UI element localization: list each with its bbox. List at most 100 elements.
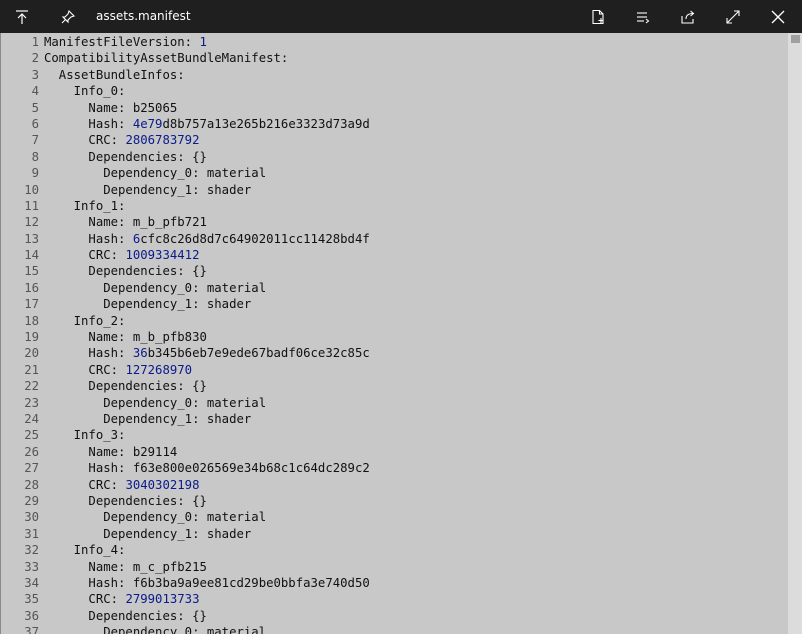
align-top-icon[interactable] xyxy=(2,0,42,33)
line-number: 23 xyxy=(24,395,39,410)
code-line: 11 Info_1: xyxy=(1,198,370,214)
line-text: Dependency_0: material xyxy=(39,395,266,411)
line-text-plain: Hash: f6b3ba9a9ee81cd29be0bbfa3e740d50 xyxy=(44,575,370,590)
code-line: 24 Dependency_1: shader xyxy=(1,411,370,427)
line-text-plain: Name: b29114 xyxy=(44,444,178,459)
code-line: 9 Dependency_0: material xyxy=(1,165,370,181)
line-text-number: 4e79 xyxy=(132,116,163,131)
line-text-plain: Dependency_1: shader xyxy=(44,182,252,197)
line-text: Dependency_1: shader xyxy=(39,296,251,312)
line-text-plain: Dependency_0: material xyxy=(44,166,267,181)
code-line: 22 Dependencies: {} xyxy=(1,378,370,394)
code-lines: 1 ManifestFileVersion: 1 2 CompatibilityAss… xyxy=(1,34,370,634)
line-number: 21 xyxy=(24,362,39,377)
line-number: 18 xyxy=(24,313,39,328)
code-line: 37 Dependency_0: material xyxy=(1,624,370,634)
line-number: 9 xyxy=(31,166,39,181)
line-number: 20 xyxy=(24,346,39,361)
line-number: 26 xyxy=(24,444,39,459)
line-text: Dependency_1: shader xyxy=(39,182,251,198)
line-text-plain: ManifestFileVersion: xyxy=(44,35,200,49)
line-text: Dependencies: {} xyxy=(39,608,207,624)
code-line: 28 CRC: 3040302198 xyxy=(1,477,370,493)
line-text-plain: CRC: xyxy=(44,592,126,607)
line-text: CRC: 3040302198 xyxy=(39,477,199,493)
line-number: 10 xyxy=(24,182,39,197)
expand-icon[interactable] xyxy=(713,0,753,33)
line-text-plain: Dependencies: {} xyxy=(44,493,207,508)
line-text: Hash: f63e800e026569e34b68c1c64dc289c2 xyxy=(39,460,370,476)
code-line: 5 Name: b25065 xyxy=(1,100,370,116)
line-text-plain: Name: m_c_pfb215 xyxy=(44,559,207,574)
line-number: 12 xyxy=(24,215,39,230)
code-line: 1 ManifestFileVersion: 1 xyxy=(1,34,370,50)
code-editor[interactable]: 1 ManifestFileVersion: 1 2 CompatibilityAss… xyxy=(0,33,789,634)
line-text-plain: Dependency_1: shader xyxy=(44,411,252,426)
code-line: 35 CRC: 2799013733 xyxy=(1,591,370,607)
code-line: 23 Dependency_0: material xyxy=(1,395,370,411)
line-number: 28 xyxy=(24,477,39,492)
line-number: 3 xyxy=(31,67,39,82)
code-line: 8 Dependencies: {} xyxy=(1,149,370,165)
line-text-number: 2806783792 xyxy=(125,133,200,148)
code-line: 30 Dependency_0: material xyxy=(1,509,370,525)
vertical-scrollbar[interactable] xyxy=(788,33,802,634)
line-number: 2 xyxy=(31,51,39,66)
line-text-plain: Info_0: xyxy=(44,84,126,99)
line-text-plain: Name: b25065 xyxy=(44,100,178,115)
code-line: 34 Hash: f6b3ba9a9ee81cd29be0bbfa3e740d5… xyxy=(1,575,370,591)
line-text: Name: b29114 xyxy=(39,444,177,460)
line-text-plain: Info_4: xyxy=(44,543,126,558)
line-number: 34 xyxy=(24,575,39,590)
list-icon[interactable] xyxy=(623,0,663,33)
line-number: 5 xyxy=(31,100,39,115)
line-text: Info_0: xyxy=(39,83,126,99)
line-number: 11 xyxy=(24,198,39,213)
pin-icon[interactable] xyxy=(48,0,88,33)
code-line: 14 CRC: 1009334412 xyxy=(1,247,370,263)
code-line: 21 CRC: 127268970 xyxy=(1,362,370,378)
scrollbar-thumb[interactable] xyxy=(791,35,800,43)
line-number: 7 xyxy=(31,133,39,148)
line-text-plain: Dependency_0: material xyxy=(44,625,267,634)
title-bar: assets.manifest xyxy=(0,0,802,33)
line-text: CRC: 1009334412 xyxy=(39,247,199,263)
line-number: 6 xyxy=(31,116,39,131)
line-text-plain: Dependency_0: material xyxy=(44,395,267,410)
code-line: 13 Hash: 6cfc8c26d8d7c64902011cc11428bd4… xyxy=(1,231,370,247)
line-text-plain: Info_3: xyxy=(44,428,126,443)
line-text: Hash: 4e79d8b757a13e265b216e3323d73a9d xyxy=(39,116,369,132)
line-text: Dependencies: {} xyxy=(39,493,207,509)
line-text: Dependency_0: material xyxy=(39,509,266,525)
line-number: 14 xyxy=(24,248,39,263)
code-line: 15 Dependencies: {} xyxy=(1,263,370,279)
line-text: AssetBundleInfos: xyxy=(39,67,185,83)
code-line: 2 CompatibilityAssetBundleManifest: xyxy=(1,50,370,66)
line-text-plain: Dependencies: {} xyxy=(44,608,207,623)
line-text: Dependencies: {} xyxy=(39,378,206,394)
line-text-plain: AssetBundleInfos: xyxy=(44,67,185,82)
line-text-plain: Hash: xyxy=(44,116,133,131)
line-text-plain: CRC: xyxy=(44,477,126,492)
line-number: 13 xyxy=(24,231,39,246)
line-text: Dependency_1: shader xyxy=(39,526,251,542)
new-file-icon[interactable] xyxy=(578,0,618,33)
share-icon[interactable] xyxy=(668,0,708,33)
line-text-plain: Dependency_0: material xyxy=(44,280,267,295)
line-text: Name: m_b_pfb830 xyxy=(39,329,206,345)
line-text: Info_1: xyxy=(39,198,126,214)
line-number: 24 xyxy=(24,411,39,426)
line-number: 32 xyxy=(24,543,39,558)
code-line: 27 Hash: f63e800e026569e34b68c1c64dc289c… xyxy=(1,460,370,476)
line-text: Dependencies: {} xyxy=(39,149,206,165)
line-number: 15 xyxy=(24,264,39,279)
line-number: 31 xyxy=(24,526,39,541)
line-text-plain: Info_1: xyxy=(44,198,126,213)
line-number: 17 xyxy=(24,297,39,312)
line-text: Info_4: xyxy=(39,542,126,558)
close-icon[interactable] xyxy=(758,0,798,33)
line-text: Name: b25065 xyxy=(39,100,177,116)
code-line: 33 Name: m_c_pfb215 xyxy=(1,559,370,575)
line-text-plain: Hash: f63e800e026569e34b68c1c64dc289c2 xyxy=(44,461,370,476)
line-text: Info_2: xyxy=(39,313,126,329)
